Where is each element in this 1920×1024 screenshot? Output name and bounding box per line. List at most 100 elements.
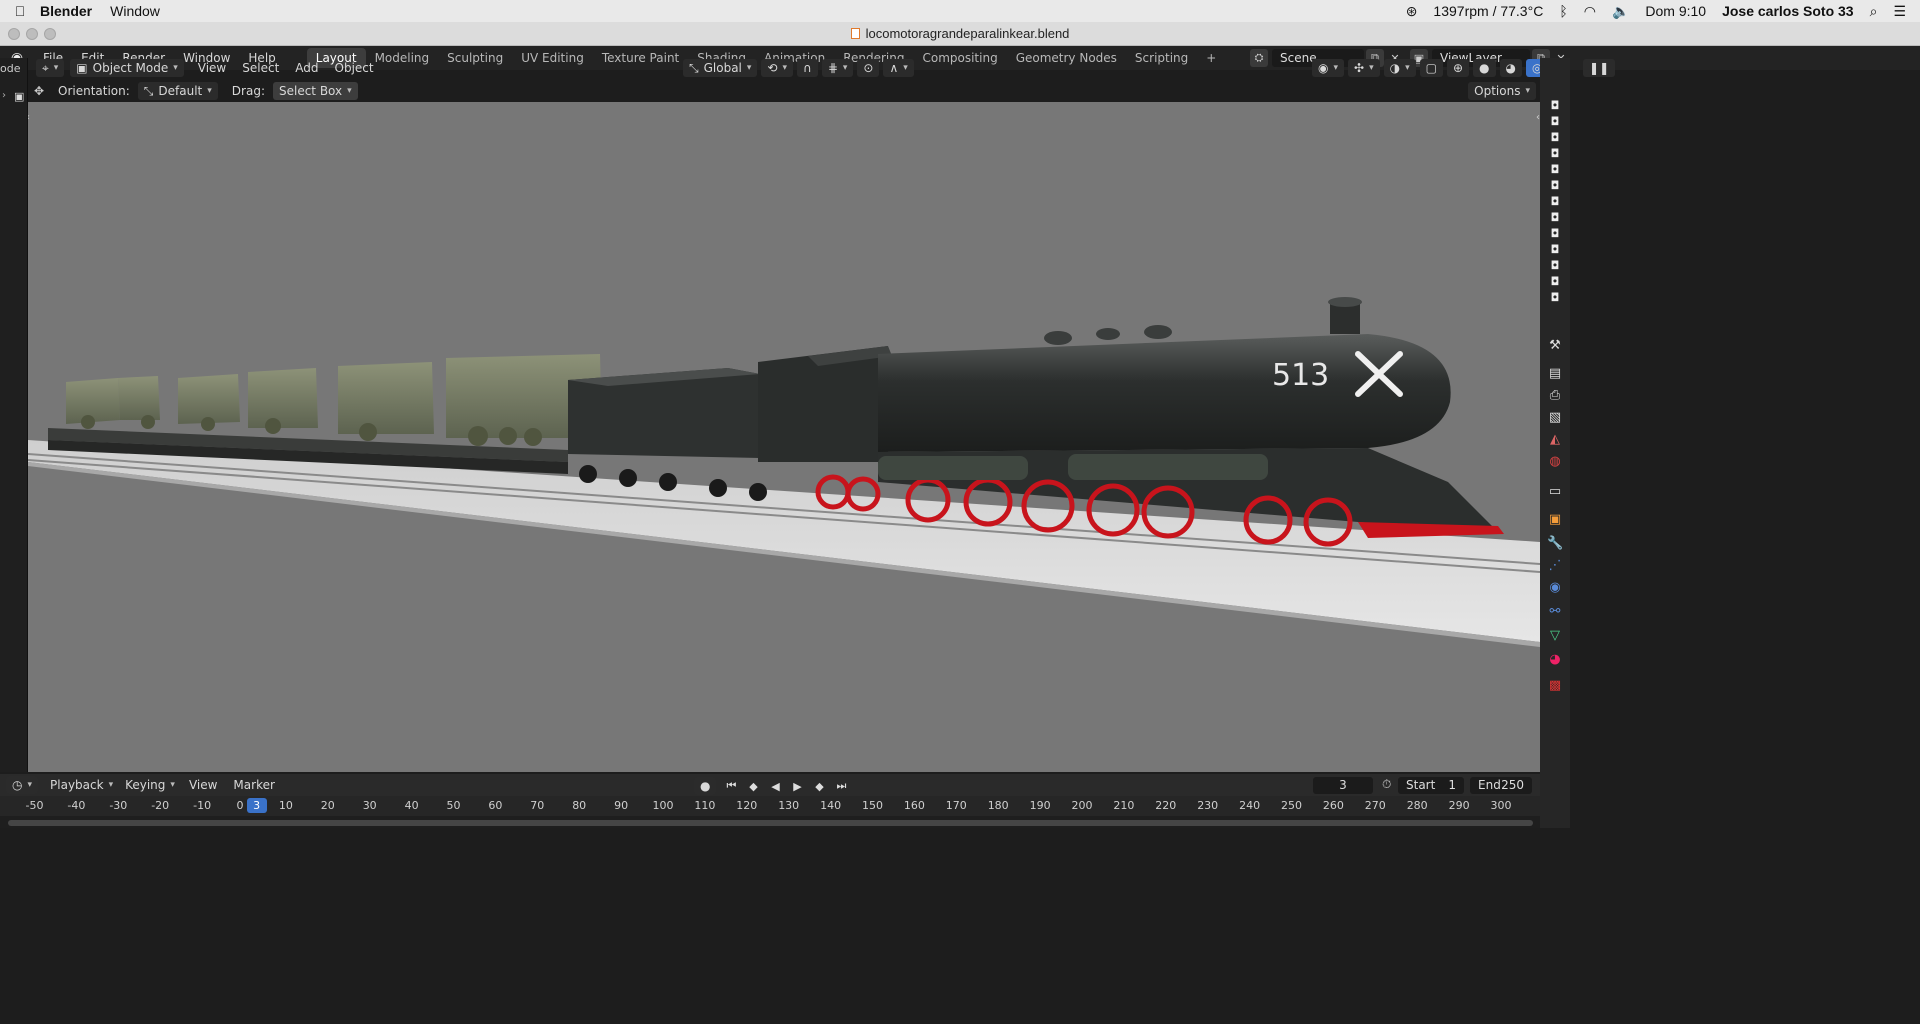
expand-arrow-icon[interactable]: ›	[2, 90, 6, 101]
scene-properties-icon[interactable]: ◭	[1547, 432, 1563, 448]
mode-dropdown[interactable]: ▣ Object Mode ▾	[70, 59, 184, 77]
menu-marker[interactable]: Marker	[225, 778, 282, 792]
end-frame-field[interactable]: End 250	[1470, 777, 1532, 794]
next-keyframe-icon[interactable]: ◆	[812, 780, 826, 793]
camera-icon[interactable]: ◘	[1547, 196, 1563, 208]
editor-type-button[interactable]: ⌖ ▾	[36, 59, 65, 77]
camera-icon[interactable]: ◘	[1547, 132, 1563, 144]
xray-toggle[interactable]: ▢	[1419, 59, 1443, 77]
toolbar-select-icon[interactable]: ▣	[14, 90, 24, 103]
fan-icon[interactable]: ⊛	[1406, 3, 1418, 20]
orientation-dropdown[interactable]: ⤡ Default ▾	[137, 82, 218, 100]
user-name[interactable]: Jose carlos Soto 33	[1722, 3, 1854, 19]
menu-timeline-view[interactable]: View	[181, 778, 225, 792]
render-properties-icon[interactable]: ▤	[1547, 366, 1563, 382]
current-frame-field[interactable]: 3	[1313, 777, 1373, 794]
toolbar-toggle-icon[interactable]: ‹	[28, 112, 30, 123]
camera-icon[interactable]: ◘	[1547, 116, 1563, 128]
camera-icon[interactable]: ◘	[1547, 292, 1563, 304]
object-properties-icon[interactable]: ▣	[1547, 512, 1563, 528]
play-reverse-icon[interactable]: ◀	[768, 780, 782, 793]
output-properties-icon[interactable]: ⎙	[1547, 388, 1563, 404]
shading-wireframe-button[interactable]: ⊕	[1446, 59, 1470, 77]
shading-material-button[interactable]: ◕	[1499, 59, 1522, 77]
camera-icon[interactable]: ◘	[1547, 164, 1563, 176]
editor-type-icon: ⌖	[42, 61, 49, 75]
tool-properties-icon[interactable]: ⚒	[1547, 338, 1563, 354]
spotlight-icon[interactable]: ⌕	[1870, 3, 1878, 20]
snap-toggle[interactable]: ∩	[797, 59, 818, 77]
view-layer-properties-icon[interactable]: ▧	[1547, 410, 1563, 426]
camera-icon[interactable]: ◘	[1547, 148, 1563, 160]
solid-sphere-icon: ●	[1479, 61, 1490, 75]
collection-properties-icon[interactable]: ▭	[1547, 484, 1563, 500]
data-properties-icon[interactable]: ▽	[1547, 628, 1563, 644]
jump-start-icon[interactable]: ⏮	[724, 779, 738, 793]
clock[interactable]: Dom 9:10	[1645, 3, 1706, 19]
3d-viewport[interactable]: 513 ‹ ‹	[28, 102, 1540, 772]
pivot-point-button[interactable]: ⟲ ▾	[761, 59, 794, 77]
move-tool-icon[interactable]: ✥	[28, 84, 50, 98]
falloff-curve-icon: ∧	[889, 61, 899, 75]
auto-keying-toggle[interactable]: ●	[694, 777, 717, 795]
transform-orientation-dropdown[interactable]: ⤡ Global ▾	[683, 59, 758, 77]
gizmo-toggle[interactable]: ✣ ▾	[1348, 59, 1380, 77]
bluetooth-icon[interactable]: ᛒ	[1559, 3, 1567, 19]
mac-app-name[interactable]: Blender	[40, 3, 92, 19]
menu-playback[interactable]: Playback ▾	[44, 776, 119, 794]
viewport-header: ⌖ ▾ ▣ Object Mode ▾ View Select Add Object …	[0, 58, 1616, 78]
camera-icon[interactable]: ◘	[1547, 276, 1563, 288]
tool-settings-header: ✥ Orientation: ⤡ Default ▾ Drag: Select Bo…	[28, 80, 1540, 102]
playhead-frame-indicator[interactable]: 3	[246, 798, 267, 813]
apple-icon[interactable]: 	[0, 3, 40, 19]
prev-keyframe-icon[interactable]: ◆	[746, 780, 760, 793]
volume-icon[interactable]: 🔈	[1612, 3, 1629, 20]
camera-icon[interactable]: ◘	[1547, 212, 1563, 224]
snap-target-dropdown[interactable]: ⋕ ▾	[821, 59, 854, 77]
ruler-tick: 90	[614, 799, 629, 812]
particles-properties-icon[interactable]: ⋰	[1547, 558, 1563, 574]
camera-icon[interactable]: ◘	[1547, 244, 1563, 256]
menu-view[interactable]: View	[190, 61, 234, 75]
wifi-icon[interactable]: ◠	[1584, 3, 1596, 20]
constraints-properties-icon[interactable]: ⚯	[1547, 604, 1563, 620]
physics-properties-icon[interactable]: ◉	[1547, 580, 1563, 596]
ruler-tick: 80	[572, 799, 587, 812]
timeline-header: ◷ ▾ Playback ▾ Keying ▾ View Marker ● ⏮ ◆ ◀…	[0, 774, 1540, 796]
pause-render-button[interactable]: ❚❚	[1583, 59, 1616, 77]
rpm-status[interactable]: 1397rpm / 77.3°C	[1433, 3, 1543, 19]
world-properties-icon[interactable]: ◍	[1547, 454, 1563, 470]
stopwatch-icon[interactable]: ⏱	[1382, 777, 1391, 792]
play-icon[interactable]: ▶	[790, 780, 804, 793]
proportional-edit-toggle[interactable]: ⊙	[857, 59, 880, 77]
start-frame-field[interactable]: Start 1	[1398, 777, 1464, 794]
modifier-properties-icon[interactable]: 🔧	[1547, 536, 1563, 552]
ruler-tick: -10	[193, 799, 212, 812]
overlay-toggle[interactable]: ◑ ▾	[1383, 59, 1416, 77]
chevron-down-icon: ▾	[1525, 86, 1530, 96]
drag-dropdown[interactable]: Select Box ▾	[272, 82, 358, 100]
mac-menu-window[interactable]: Window	[110, 3, 160, 19]
texture-properties-icon[interactable]: ▩	[1547, 678, 1563, 694]
orientation-icon: ⤡	[689, 61, 699, 75]
locomotive-number-label: 513	[1272, 358, 1329, 393]
proportional-falloff-dropdown[interactable]: ∧ ▾	[883, 59, 914, 77]
jump-end-icon[interactable]: ⏭	[834, 779, 848, 793]
camera-icon[interactable]: ◘	[1547, 228, 1563, 240]
menu-keying[interactable]: Keying ▾	[119, 776, 181, 794]
timeline-scrollbar[interactable]	[8, 820, 1533, 826]
menu-add[interactable]: Add	[287, 61, 326, 75]
timeline-editor-type-button[interactable]: ◷ ▾	[6, 776, 39, 794]
options-dropdown[interactable]: Options ▾	[1468, 82, 1536, 100]
camera-icon[interactable]: ◘	[1547, 100, 1563, 112]
menu-object[interactable]: Object	[327, 61, 382, 75]
shading-solid-button[interactable]: ●	[1473, 59, 1496, 77]
pause-icon: ❚❚	[1589, 61, 1610, 75]
visibility-dropdown[interactable]: ◉ ▾	[1312, 59, 1345, 77]
camera-icon[interactable]: ◘	[1547, 180, 1563, 192]
camera-icon[interactable]: ◘	[1547, 260, 1563, 272]
material-properties-icon[interactable]: ◕	[1547, 652, 1563, 668]
menu-select[interactable]: Select	[234, 61, 287, 75]
timeline-ruler[interactable]: -50 -40 -30 -20 -10 10 20 30 40 50 60 70 80 90 100 110 1…	[0, 796, 1540, 816]
control-center-icon[interactable]: ☰	[1893, 3, 1906, 20]
